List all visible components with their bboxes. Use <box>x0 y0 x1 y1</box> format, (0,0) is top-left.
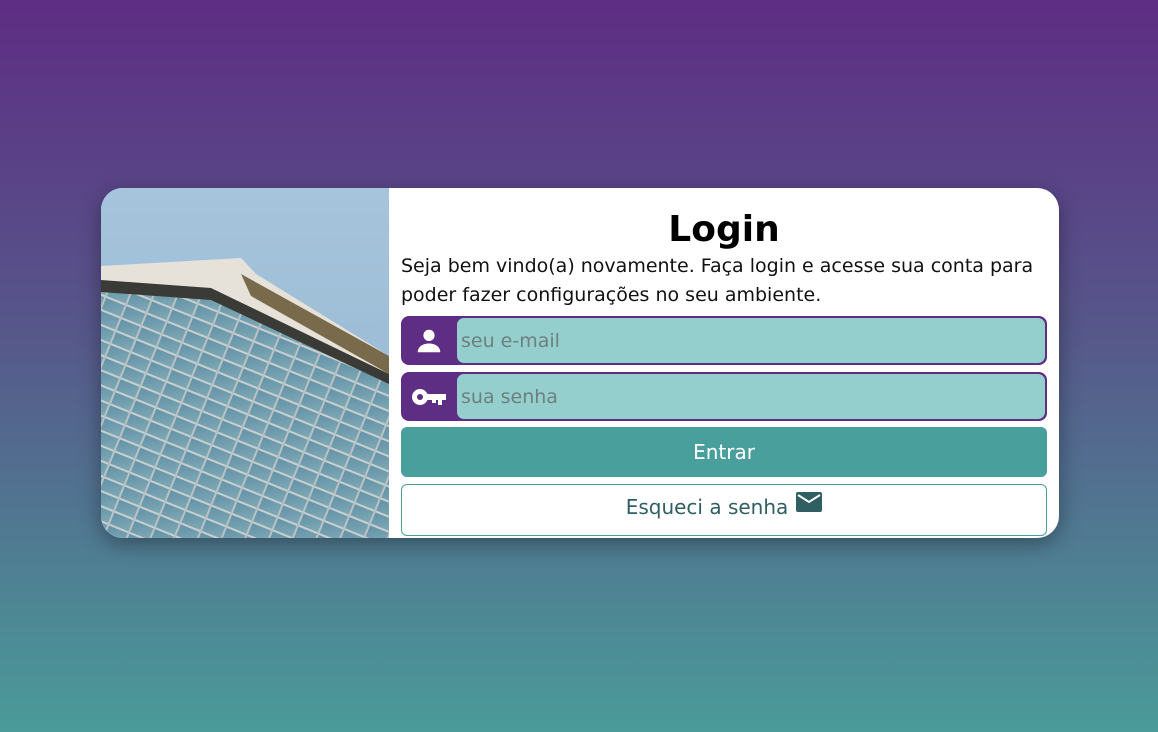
building-photo <box>101 188 389 538</box>
login-form: Login Seja bem vindo(a) novamente. Faça … <box>389 188 1059 538</box>
email-field-group <box>401 316 1047 365</box>
password-input[interactable] <box>457 374 1045 419</box>
password-field-group <box>401 372 1047 421</box>
page-title: Login <box>668 209 780 250</box>
user-icon <box>401 318 457 363</box>
welcome-text: Seja bem vindo(a) novamente. Faça login … <box>401 255 1034 306</box>
forgot-password-button[interactable]: Esqueci a senha <box>401 484 1047 536</box>
key-icon <box>401 374 457 419</box>
envelope-icon <box>796 491 823 518</box>
login-button[interactable]: Entrar <box>401 427 1047 477</box>
email-input[interactable] <box>457 318 1045 363</box>
login-card: Login Seja bem vindo(a) novamente. Faça … <box>101 188 1059 538</box>
forgot-password-label: Esqueci a senha <box>625 495 789 519</box>
